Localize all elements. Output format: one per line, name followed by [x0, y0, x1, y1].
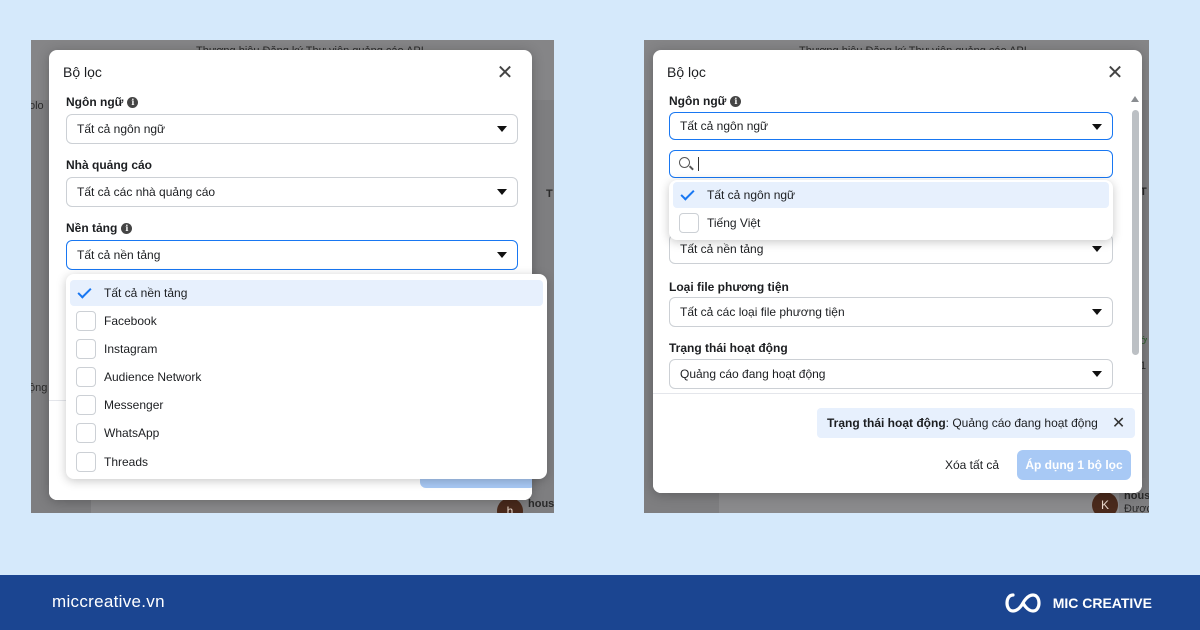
platform-label: Nền tảng i — [66, 221, 133, 235]
check-icon — [680, 186, 695, 201]
chevron-down-icon — [1092, 246, 1102, 252]
bg-card-text: Được — [1124, 503, 1149, 513]
bg-right-text: T — [546, 188, 553, 200]
language-label: Ngôn ngữ i — [669, 94, 742, 108]
option-messenger[interactable]: Messenger — [70, 392, 543, 418]
select-value: Tất cả ngôn ngữ — [77, 122, 166, 136]
chevron-down-icon — [1092, 371, 1102, 377]
infinity-logo-icon — [1005, 593, 1041, 613]
status-select[interactable]: Quảng cáo đang hoạt động — [669, 359, 1113, 389]
select-value: Tất cả ngôn ngữ — [680, 119, 769, 133]
check-icon — [77, 284, 92, 299]
checkbox[interactable] — [76, 395, 96, 415]
checkbox[interactable] — [76, 423, 96, 443]
apply-button[interactable]: Áp dụng 1 bộ lọc — [1017, 450, 1131, 480]
close-icon[interactable]: ✕ — [1112, 413, 1125, 433]
advertiser-select[interactable]: Tất cả các nhà quảng cáo — [66, 177, 518, 207]
close-icon[interactable]: ✕ — [1104, 62, 1126, 84]
close-icon[interactable]: ✕ — [494, 62, 516, 84]
media-type-label: Loại file phương tiện — [669, 280, 789, 294]
language-search-input[interactable] — [669, 150, 1113, 178]
select-value: Quảng cáo đang hoạt động — [680, 367, 826, 381]
clear-all-button[interactable]: Xóa tất cả — [945, 458, 999, 472]
option-whatsapp[interactable]: WhatsApp — [70, 420, 543, 446]
chevron-down-icon — [497, 189, 507, 195]
platform-select[interactable]: Tất cả nền tảng — [66, 240, 518, 270]
brand-name: MIC CREATIVE — [1052, 595, 1152, 611]
select-value: Tất cả nền tảng — [680, 242, 764, 256]
checkbox[interactable] — [76, 311, 96, 331]
chevron-down-icon — [1092, 309, 1102, 315]
option-all-platforms[interactable]: Tất cả nền tảng — [70, 280, 543, 306]
info-icon[interactable]: i — [127, 96, 139, 108]
select-value: Tất cả các loại file phương tiện — [680, 305, 845, 319]
text-cursor — [698, 157, 699, 171]
chevron-down-icon — [497, 252, 507, 258]
right-screenshot: Thương hiệu Đăng ký Thư viện quảng cáo A… — [644, 40, 1149, 513]
checkbox[interactable] — [76, 283, 96, 303]
option-vietnamese[interactable]: Tiếng Việt — [673, 210, 1109, 236]
checkbox[interactable] — [76, 339, 96, 359]
brand-bar: miccreative.vn MIC CREATIVE — [0, 575, 1200, 630]
avatar: h — [497, 498, 523, 513]
active-filter-chip: Trạng thái hoạt động: Quảng cáo đang hoạ… — [817, 408, 1136, 438]
left-screenshot: Thương hiệu Đăng ký Thư viện quảng cáo A… — [31, 40, 554, 513]
option-audience-network[interactable]: Audience Network — [70, 364, 543, 390]
info-icon[interactable]: i — [730, 95, 742, 107]
brand-logo: MIC CREATIVE — [1001, 589, 1152, 617]
search-icon — [679, 157, 690, 168]
avatar: K — [1092, 492, 1118, 513]
dialog-title: Bộ lọc — [667, 64, 706, 80]
media-type-select[interactable]: Tất cả các loại file phương tiện — [669, 297, 1113, 327]
status-label: Trạng thái hoạt động — [669, 341, 788, 355]
checkbox[interactable] — [679, 213, 699, 233]
scroll-thumb[interactable] — [1132, 110, 1139, 355]
bg-side-text: olo — [31, 100, 44, 112]
language-select[interactable]: Tất cả ngôn ngữ — [66, 114, 518, 144]
language-label: Ngôn ngữ i — [66, 95, 139, 109]
select-value: Tất cả nền tảng — [77, 248, 161, 262]
option-instagram[interactable]: Instagram — [70, 336, 543, 362]
option-all-languages[interactable]: Tất cả ngôn ngữ — [673, 182, 1109, 208]
scroll-up-icon[interactable] — [1131, 96, 1139, 102]
filter-dialog: Bộ lọc ✕ Ngôn ngữ i Tất cả ngôn ngữ Tất c… — [653, 50, 1142, 493]
option-threads[interactable]: Threads — [70, 449, 543, 475]
platform-dropdown: Tất cả nền tảng Facebook Instagram Audie… — [66, 274, 547, 479]
checkbox[interactable] — [76, 452, 96, 472]
language-select[interactable]: Tất cả ngôn ngữ — [669, 112, 1113, 140]
checkbox[interactable] — [76, 367, 96, 387]
chevron-down-icon — [497, 126, 507, 132]
dialog-title: Bộ lọc — [63, 64, 102, 80]
advertiser-label: Nhà quảng cáo — [66, 158, 153, 172]
info-icon[interactable]: i — [121, 222, 133, 234]
chevron-down-icon — [1092, 124, 1102, 130]
language-dropdown: Tất cả ngôn ngữ Tiếng Việt — [669, 180, 1113, 240]
dialog-footer: Trạng thái hoạt động: Quảng cáo đang hoạ… — [653, 393, 1142, 493]
checkbox[interactable] — [679, 185, 699, 205]
select-value: Tất cả các nhà quảng cáo — [77, 185, 216, 199]
bg-left-text: ộng — [31, 382, 48, 394]
site-url[interactable]: miccreative.vn — [52, 592, 165, 612]
option-facebook[interactable]: Facebook — [70, 308, 543, 334]
